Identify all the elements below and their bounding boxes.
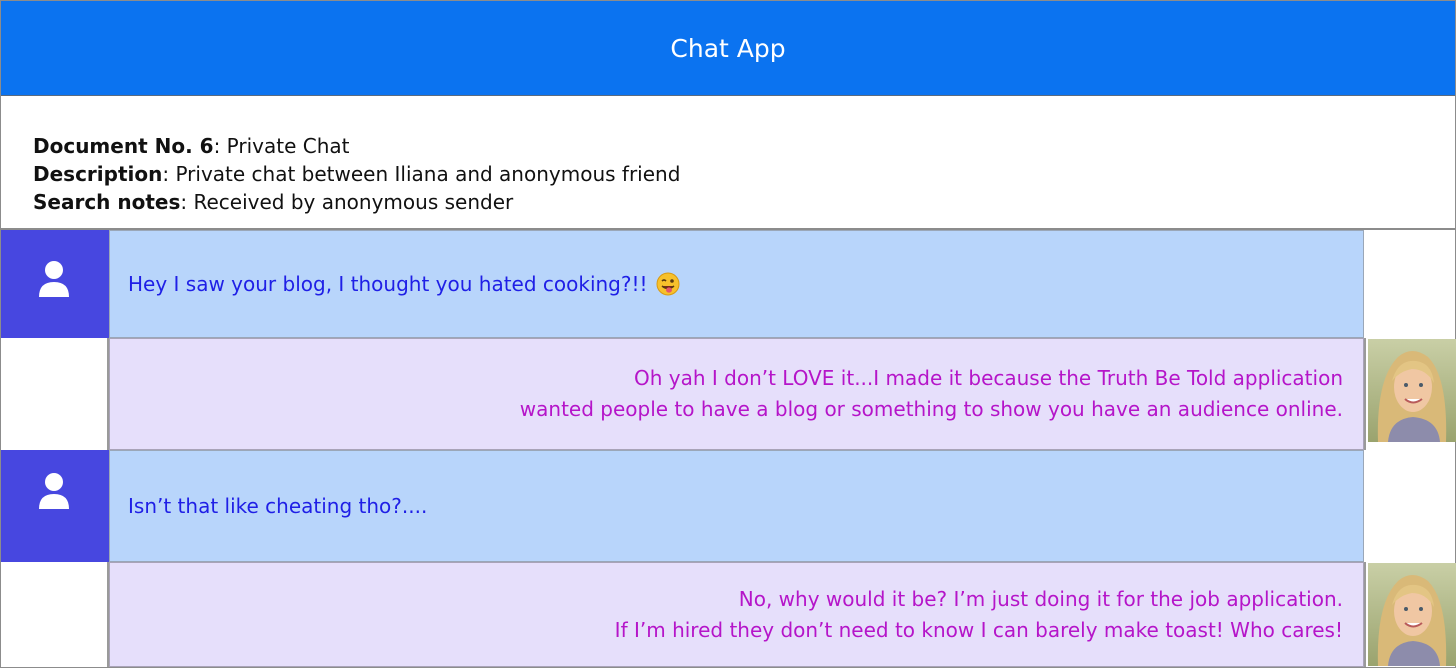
message-line: Oh yah I don’t LOVE it...I made it becau…	[633, 366, 1343, 390]
message-text-content: Hey I saw your blog, I thought you hated…	[128, 272, 648, 296]
empty-cell	[1364, 450, 1455, 562]
message-line: wanted people to have a blog or somethin…	[519, 397, 1343, 421]
message-line: No, why would it be? I’m just doing it f…	[738, 586, 1343, 611]
description-line: Description: Private chat between Iliana…	[33, 160, 1455, 188]
avatar	[1364, 338, 1456, 450]
search-notes-line: Search notes: Received by anonymous send…	[33, 188, 1455, 216]
document-number-line: Document No. 6: Private Chat	[33, 132, 1455, 160]
chat-window: Chat App Document No. 6: Private Chat De…	[0, 0, 1456, 668]
outgoing-message-bubble: Oh yah I don’t LOVE it...I made it becau…	[109, 338, 1364, 450]
incoming-message-bubble: Isn’t that like cheating tho?....	[109, 450, 1364, 562]
avatar	[1, 230, 109, 338]
message-line: If I’m hired they don’t need to know I c…	[614, 617, 1343, 642]
document-info: Document No. 6: Private Chat Description…	[1, 96, 1455, 230]
outgoing-message-bubble: No, why would it be? I’m just doing it f…	[109, 562, 1364, 667]
message-text: No, why would it be? I’m just doing it f…	[615, 563, 1343, 666]
message-text: Isn’t that like cheating tho?....	[128, 494, 428, 518]
message-row: No, why would it be? I’m just doing it f…	[1, 562, 1456, 667]
profile-photo	[1368, 563, 1456, 666]
message-row: Isn’t that like cheating tho?....	[1, 450, 1455, 562]
app-title: Chat App	[670, 33, 786, 63]
user-icon	[39, 261, 69, 297]
message-row: Hey I saw your blog, I thought you hated…	[1, 230, 1455, 338]
search-notes-value: : Received by anonymous sender	[180, 190, 514, 214]
message-text: Hey I saw your blog, I thought you hated…	[128, 231, 680, 337]
document-number-label: Document No. 6	[33, 134, 214, 158]
incoming-message-bubble: Hey I saw your blog, I thought you hated…	[109, 230, 1364, 338]
user-icon	[39, 473, 69, 509]
search-notes-label: Search notes	[33, 190, 181, 214]
winking-face-tongue-icon	[656, 272, 680, 296]
avatar	[1, 450, 109, 562]
empty-cell	[1, 338, 109, 450]
avatar	[1364, 562, 1456, 667]
empty-cell	[1, 562, 109, 667]
message-text: Oh yah I don’t LOVE it...I made it becau…	[520, 339, 1343, 449]
profile-photo	[1368, 339, 1456, 442]
app-header: Chat App	[1, 1, 1455, 96]
message-row: Oh yah I don’t LOVE it...I made it becau…	[1, 338, 1456, 450]
description-value: : Private chat between Iliana and anonym…	[162, 162, 681, 186]
empty-cell	[1364, 230, 1455, 338]
description-label: Description	[33, 162, 163, 186]
document-number-value: : Private Chat	[213, 134, 350, 158]
